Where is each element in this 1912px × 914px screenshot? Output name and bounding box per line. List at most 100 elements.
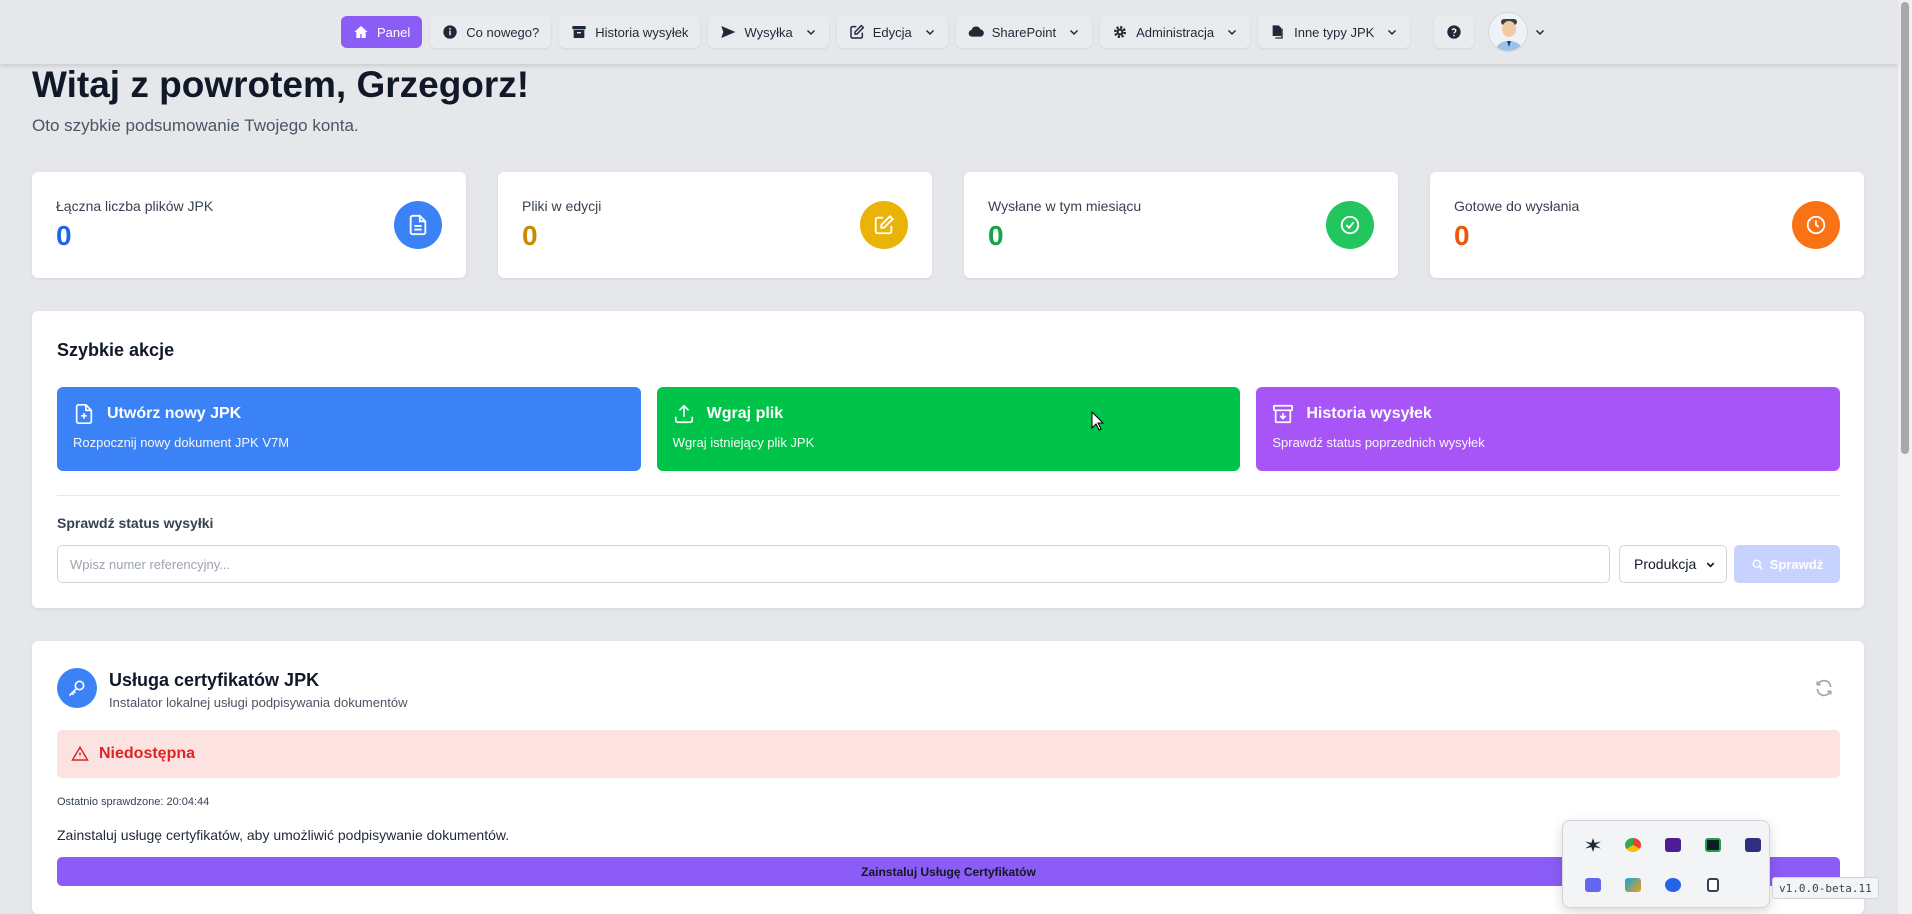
chevron-down-icon <box>1388 29 1397 36</box>
stat-label: Pliki w edycji <box>522 198 602 214</box>
divider <box>57 495 1840 496</box>
nav-sharepoint-label: SharePoint <box>991 24 1057 40</box>
stat-icon-badge <box>860 201 908 249</box>
chevron-down-icon <box>1536 29 1545 36</box>
stat-icon-badge <box>1792 201 1840 249</box>
check-circle-icon <box>1340 215 1360 235</box>
install-message: Zainstaluj usługę certyfikatów, aby umoż… <box>57 827 510 843</box>
nav-edit[interactable]: Edycja <box>836 16 948 48</box>
reference-number-input[interactable] <box>57 545 1610 583</box>
nav-administration-label: Administracja <box>1136 24 1215 40</box>
nav-edit-label: Edycja <box>872 24 912 40</box>
nav-whats-new-label: Co nowego? <box>466 24 540 40</box>
stat-label: Gotowe do wysłania <box>1454 198 1580 214</box>
status-badge: Niedostępna <box>57 730 1840 778</box>
stats-row: Łączna liczba plików JPK 0 Pliki w edycj… <box>32 172 1864 278</box>
edit-icon <box>874 214 895 235</box>
nav-other-jpk-label: Inne typy JPK <box>1294 24 1375 40</box>
top-navbar: Panel Co nowego? Historia wysyłek Wysyłk… <box>0 0 1898 64</box>
avatar <box>1488 12 1529 52</box>
create-jpk-button[interactable]: Utwórz nowy JPK Rozpocznij nowy dokument… <box>57 387 641 471</box>
archive-icon <box>1273 404 1294 424</box>
security-shield-icon[interactable] <box>1613 865 1653 905</box>
quote-app-icon[interactable] <box>1733 825 1773 865</box>
quick-actions-row: Utwórz nowy JPK Rozpocznij nowy dokument… <box>57 387 1841 471</box>
stat-value: 0 <box>1454 220 1470 251</box>
nav-panel[interactable]: Panel <box>341 16 423 48</box>
stat-label: Wysłane w tym miesiącu <box>988 198 1142 214</box>
home-icon <box>354 26 368 38</box>
clock-icon <box>1806 215 1826 235</box>
cloud-icon <box>968 26 984 37</box>
user-avatar-icon <box>1489 13 1528 51</box>
nav-send-label: Wysyłka <box>744 24 793 40</box>
help-button[interactable] <box>1434 16 1475 48</box>
status-text: Niedostępna <box>99 745 196 762</box>
last-checked-text: Ostatnio sprawdzone: 20:04:44 <box>57 796 210 808</box>
gear-icon <box>1114 26 1127 38</box>
nav-panel-label: Panel <box>377 24 411 40</box>
nav-sharepoint[interactable]: SharePoint <box>955 16 1093 48</box>
chevron-down-icon <box>925 29 934 36</box>
upload-icon <box>674 404 693 424</box>
stat-value: 0 <box>56 220 72 251</box>
nvidia-icon[interactable] <box>1693 825 1733 865</box>
main-nav: Panel Co nowego? Historia wysyłek Wysyłk… <box>341 12 1546 52</box>
nav-whats-new[interactable]: Co nowego? <box>430 16 552 48</box>
send-icon <box>721 26 736 38</box>
chevron-down-icon <box>1706 562 1715 567</box>
page-title: Witaj z powrotem, Grzegorz! <box>32 64 530 105</box>
send-history-title: Historia wysyłek <box>1306 405 1432 422</box>
asterisk-app-icon[interactable] <box>1573 825 1613 865</box>
key-icon <box>68 680 85 697</box>
cert-icon-badge <box>57 668 97 708</box>
page-scrollbar[interactable] <box>1898 0 1912 914</box>
copy-icon <box>1272 25 1283 39</box>
usb-eject-icon[interactable] <box>1693 865 1733 905</box>
chrome-icon[interactable] <box>1613 825 1653 865</box>
system-tray-popup <box>1562 820 1770 908</box>
nav-other-jpk[interactable]: Inne typy JPK <box>1258 16 1411 48</box>
question-circle-icon <box>1447 25 1461 39</box>
environment-select[interactable]: Produkcja <box>1619 545 1727 583</box>
check-status-button[interactable]: Sprawdź <box>1734 545 1840 583</box>
create-jpk-desc: Rozpocznij nowy dokument JPK V7M <box>73 435 290 450</box>
environment-select-value: Produkcja <box>1634 556 1697 572</box>
archive-icon <box>572 26 586 38</box>
nav-send[interactable]: Wysyłka <box>708 16 829 48</box>
bluetooth-icon[interactable] <box>1653 865 1693 905</box>
stat-card-ready-to-send: Gotowe do wysłania 0 <box>1430 172 1864 278</box>
stat-label: Łączna liczba plików JPK <box>56 198 214 214</box>
refresh-icon[interactable] <box>1814 678 1834 698</box>
user-menu[interactable] <box>1488 12 1546 52</box>
stat-value: 0 <box>988 220 1004 251</box>
upload-file-desc: Wgraj istniejący plik JPK <box>672 435 815 450</box>
upload-file-title: Wgraj plik <box>706 405 784 422</box>
file-icon <box>409 214 427 236</box>
nav-send-history[interactable]: Historia wysyłek <box>559 16 701 48</box>
send-history-button[interactable]: Historia wysyłek Sprawdź status poprzedn… <box>1256 387 1841 471</box>
chevron-down-icon <box>1228 29 1237 36</box>
nav-administration[interactable]: Administracja <box>1100 16 1251 48</box>
file-plus-icon <box>75 404 93 424</box>
stat-value: 0 <box>522 220 538 251</box>
stat-card-files-in-edit: Pliki w edycji 0 <box>498 172 932 278</box>
cert-service-title: Usługa certyfikatów JPK <box>109 670 320 690</box>
search-icon <box>1752 558 1763 570</box>
check-status-label-text: Sprawdź <box>1769 556 1824 572</box>
version-badge: v1.0.0-beta.11 <box>1772 877 1879 899</box>
info-icon <box>443 25 457 39</box>
upload-file-button[interactable]: Wgraj plik Wgraj istniejący plik JPK <box>656 387 1241 471</box>
stat-card-total-files: Łączna liczba plików JPK 0 <box>32 172 466 278</box>
teams-icon[interactable] <box>1573 865 1613 905</box>
stat-card-sent-this-month: Wysłane w tym miesiącu 0 <box>964 172 1398 278</box>
check-status-label: Sprawdź status wysyłki <box>57 515 214 531</box>
cert-service-subtitle: Instalator lokalnej usługi podpisywania … <box>109 695 408 710</box>
edit-icon <box>849 24 865 39</box>
obs-streaming-icon[interactable] <box>1653 825 1693 865</box>
send-history-desc: Sprawdź status poprzednich wysyłek <box>1272 435 1485 450</box>
scrollbar-thumb[interactable] <box>1901 2 1909 454</box>
stat-icon-badge <box>394 201 442 249</box>
quick-actions-title: Szybkie akcje <box>57 340 175 360</box>
mouse-cursor-icon <box>1091 411 1105 431</box>
